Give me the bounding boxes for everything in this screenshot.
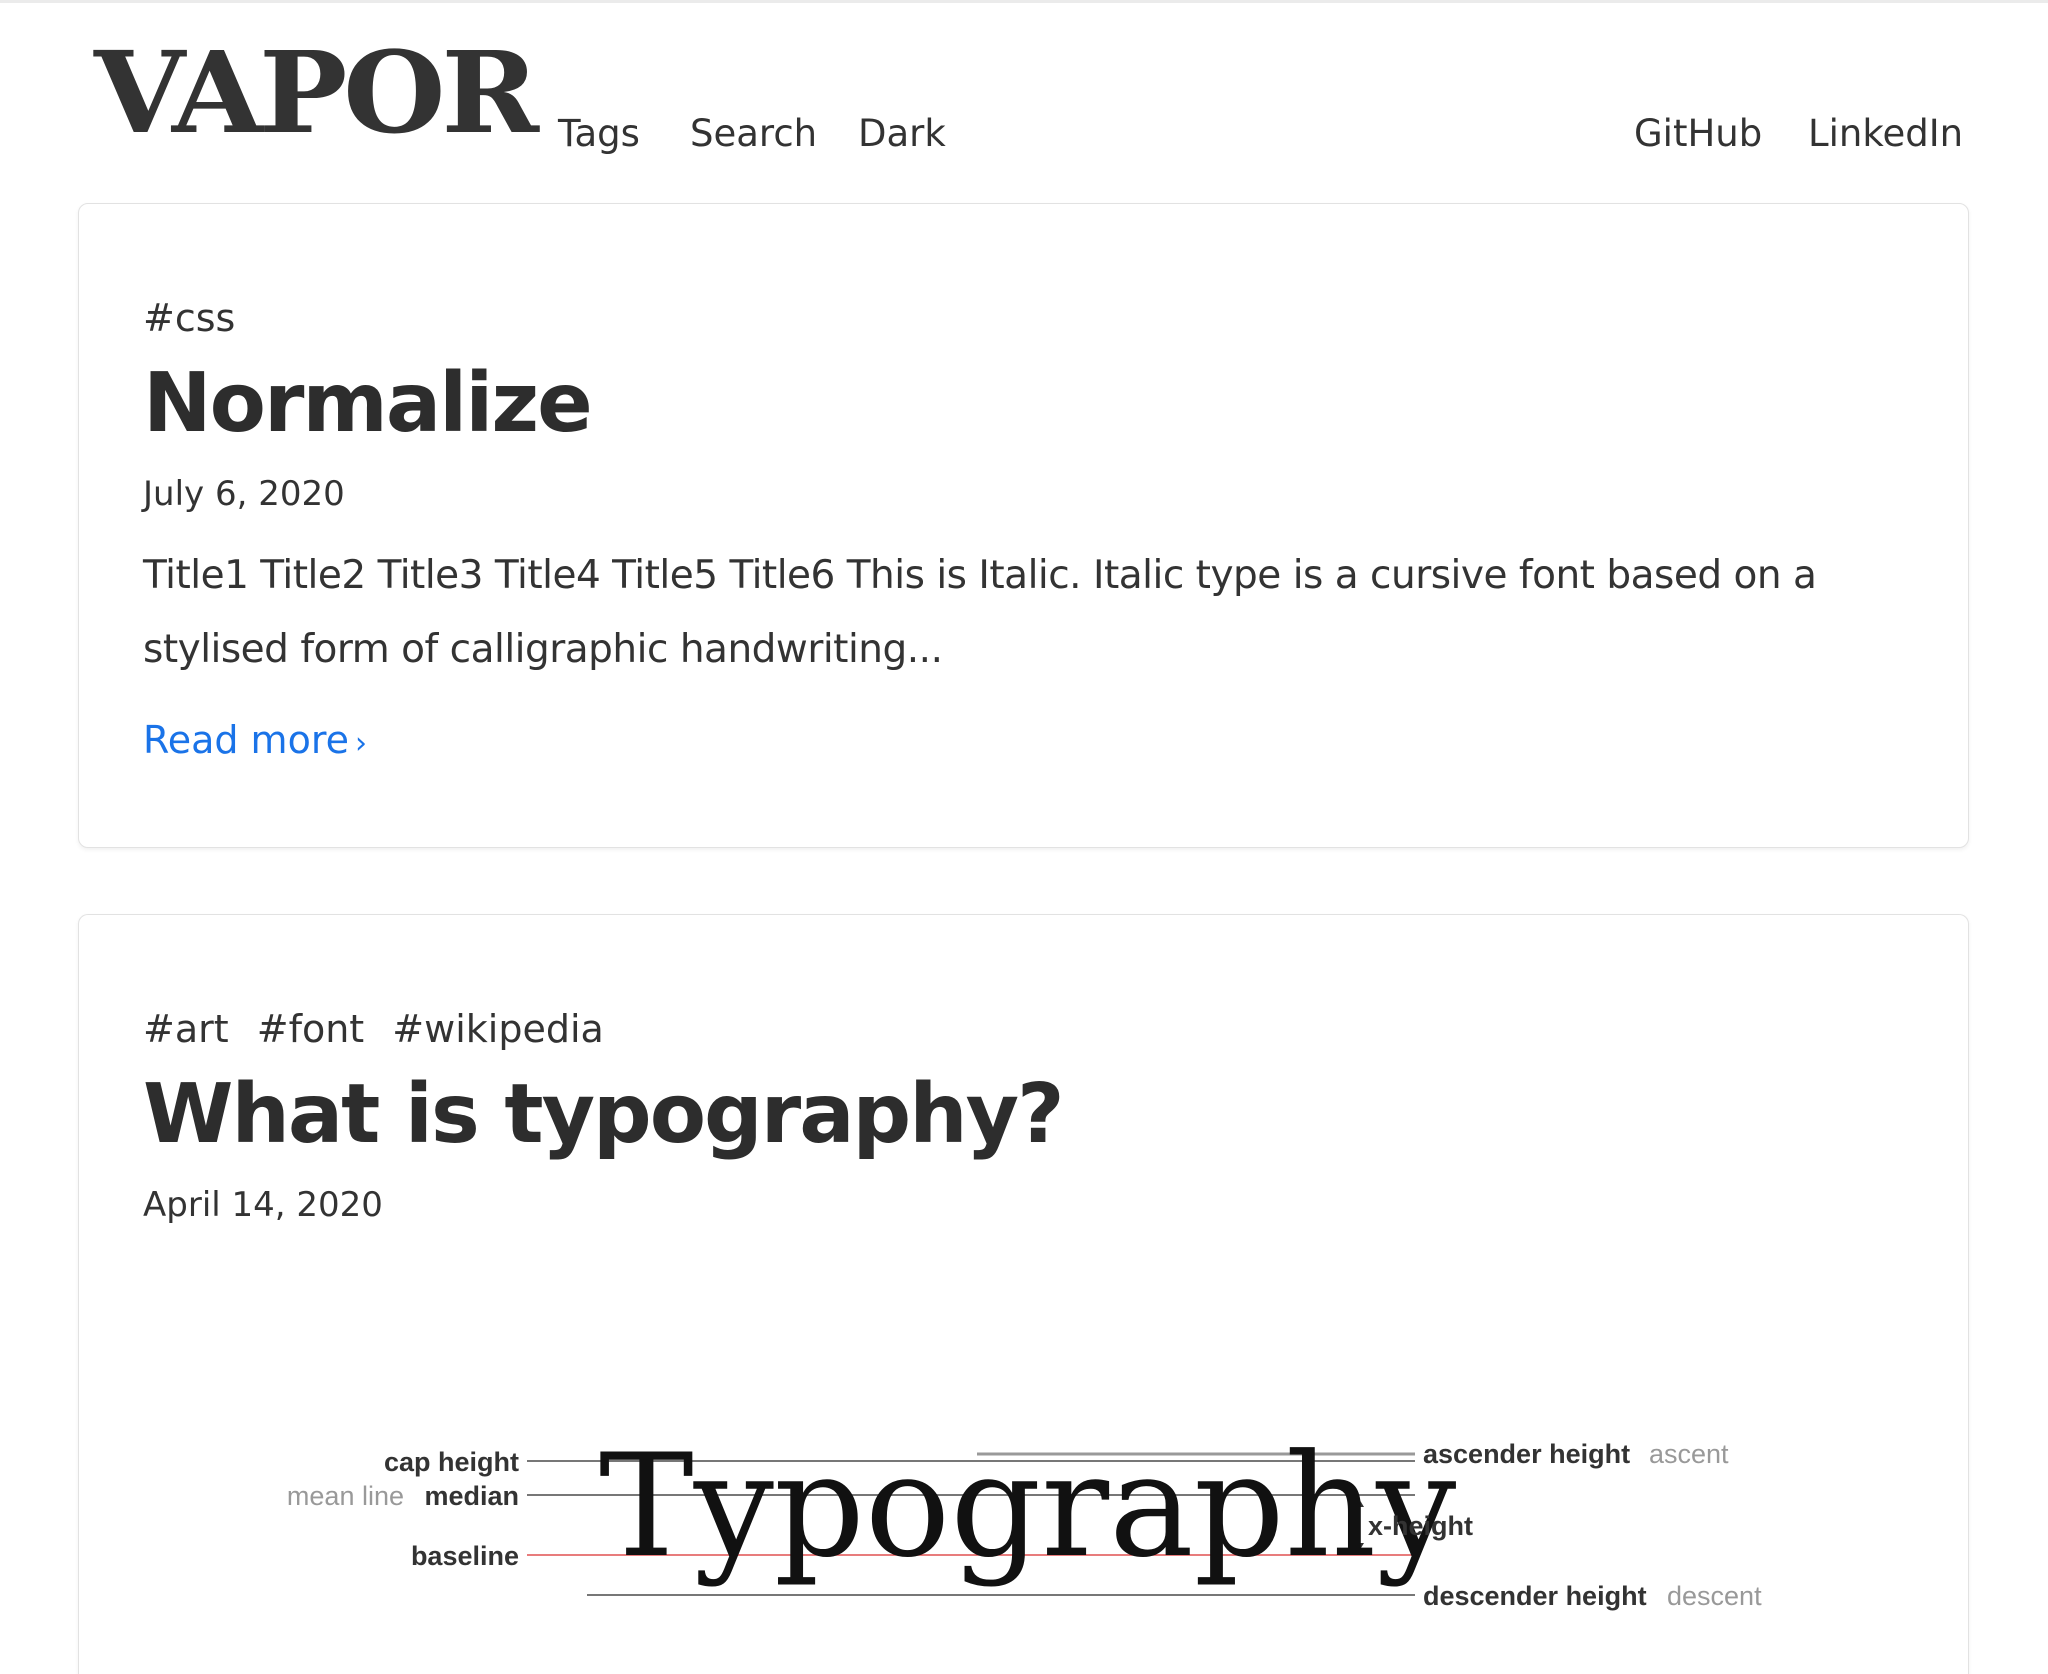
ascent-label: ascent — [1649, 1439, 1729, 1469]
descent-label: descent — [1667, 1581, 1762, 1611]
tag-link[interactable]: #css — [143, 296, 235, 340]
chevron-right-icon: › — [355, 726, 367, 761]
post-title[interactable]: Normalize — [143, 354, 593, 454]
post-tags: #css — [143, 294, 251, 342]
descender-height-label: descender height — [1423, 1581, 1647, 1611]
post-excerpt: Title1 Title2 Title3 Title4 Title5 Title… — [143, 553, 1817, 672]
ascender-height-label: ascender height — [1423, 1439, 1630, 1469]
baseline-label: baseline — [411, 1541, 519, 1571]
typography-word: Typography — [599, 1424, 1456, 1589]
nav-link-tags[interactable]: Tags — [558, 110, 640, 158]
cap-height-label: cap height — [384, 1447, 519, 1477]
read-more-link[interactable]: Read more › — [143, 716, 367, 768]
nav-link-github[interactable]: GitHub — [1634, 110, 1762, 158]
typography-diagram: Typography cap height mean line median b… — [287, 1424, 1762, 1611]
x-height-label: x-height — [1368, 1511, 1473, 1541]
site-logo[interactable]: VAPOR — [94, 38, 539, 150]
read-more-label: Read more — [143, 718, 349, 762]
median-label: median — [424, 1481, 519, 1511]
mean-line-label: mean line — [287, 1481, 404, 1511]
post-date: July 6, 2020 — [143, 474, 345, 514]
post-card: #art #font #wikipedia What is typography… — [78, 914, 1969, 1674]
nav-link-dark[interactable]: Dark — [858, 110, 946, 158]
nav-link-search[interactable]: Search — [690, 110, 817, 158]
site-header: VAPOR Tags Search Dark GitHub LinkedIn — [0, 0, 2048, 190]
post-card: #css Normalize July 6, 2020 Title1 Title… — [78, 203, 1969, 848]
nav-link-linkedin[interactable]: LinkedIn — [1808, 110, 1963, 158]
